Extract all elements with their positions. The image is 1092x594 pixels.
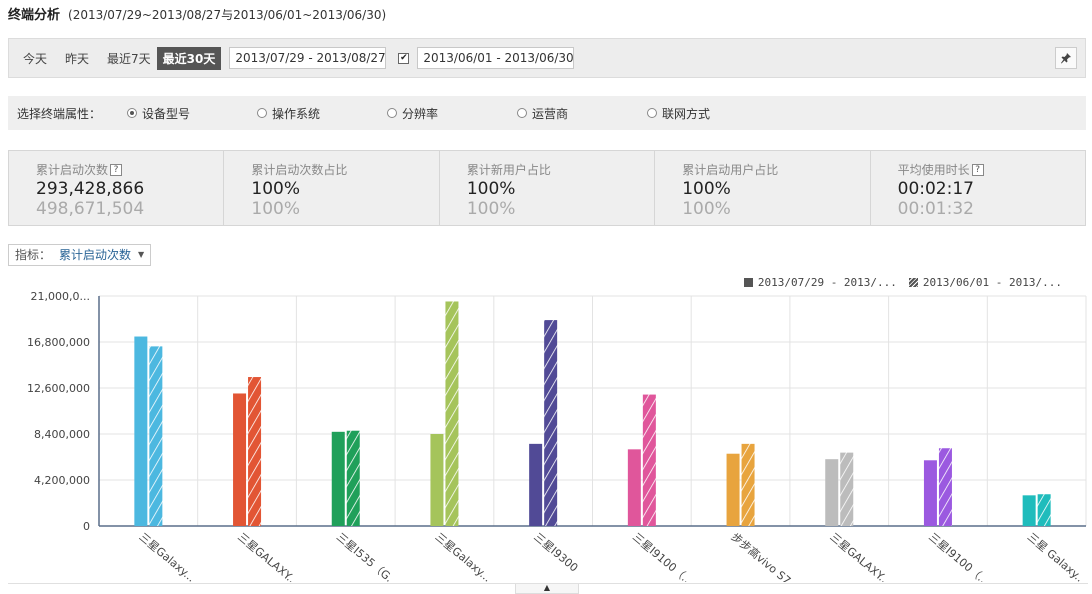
y-tick-label: 12,600,000 — [27, 382, 90, 395]
help-icon[interactable]: ? — [971, 163, 984, 176]
stat-previous-value: 498,671,504 — [36, 199, 145, 219]
x-category-label: 三星 Galaxy... — [1025, 530, 1089, 582]
bar-compare[interactable] — [938, 448, 952, 526]
stat-new-user-share: 累计新用户占比 100% 100% — [438, 151, 654, 225]
x-category-label: 三星Galaxy... — [433, 530, 494, 582]
x-category-label: 三星I9100（... — [926, 530, 992, 582]
pin-button[interactable] — [1055, 47, 1077, 69]
bar-current[interactable] — [134, 336, 148, 526]
stat-previous-value: 00:01:32 — [897, 199, 974, 219]
bar-current[interactable] — [923, 460, 937, 526]
stat-previous-value: 100% — [466, 199, 516, 219]
attr-option-device-model[interactable]: 设备型号 — [127, 105, 257, 122]
page-title: 终端分析 — [8, 8, 61, 23]
bar-current[interactable] — [726, 453, 740, 526]
stat-total-launches: 累计启动次数? 293,428,866 498,671,504 — [9, 151, 223, 225]
x-category-label: 步步高vivo S7... — [729, 530, 802, 582]
compare-date-range-input[interactable]: 2013/06/01 - 2013/06/30 — [417, 47, 575, 69]
stat-launch-share: 累计启动次数占比 100% 100% — [223, 151, 438, 225]
bar-compare[interactable] — [248, 377, 262, 526]
y-tick-label: 4,200,000 — [34, 474, 90, 487]
stat-current-value: 100% — [466, 179, 516, 199]
range-30days-button[interactable]: 最近30天 — [156, 46, 222, 70]
bar-compare[interactable] — [445, 301, 459, 526]
stat-current-value: 100% — [682, 179, 731, 199]
bar-compare[interactable] — [642, 394, 656, 526]
radio-icon[interactable] — [387, 108, 397, 118]
radio-icon[interactable] — [647, 108, 657, 118]
attr-option-label: 分辨率 — [402, 106, 439, 121]
attribute-label: 选择终端属性： — [17, 106, 102, 121]
x-category-label: 三星I9300 — [531, 530, 580, 574]
radio-icon[interactable] — [257, 108, 267, 118]
bar-compare[interactable] — [149, 346, 163, 526]
bar-current[interactable] — [233, 393, 247, 526]
bar-chart: 0 4,200,000 8,400,000 12,600,000 16,800,000 2… — [27, 290, 1089, 582]
y-tick-label: 16,800,000 — [27, 336, 90, 349]
metric-label: 指标： — [15, 248, 52, 262]
chevron-down-icon: ▼ — [138, 250, 145, 259]
metric-dropdown[interactable]: 指标： 累计启动次数 ▼ — [8, 244, 152, 266]
radio-selected-icon[interactable] — [127, 108, 137, 118]
stat-current-value: 100% — [251, 179, 301, 199]
page-subtitle: (2013/07/29~2013/08/27与2013/06/01~2013/0… — [68, 8, 387, 22]
attr-option-resolution[interactable]: 分辨率 — [387, 105, 517, 122]
bar-current[interactable] — [331, 431, 345, 526]
x-category-label: 三星GALAXY... — [235, 530, 300, 582]
attr-option-network[interactable]: 联网方式 — [647, 105, 777, 122]
x-category-label: 三星Galaxy... — [136, 530, 197, 582]
compare-checkbox[interactable]: ✔ — [398, 52, 410, 64]
attr-option-label: 操作系统 — [272, 106, 321, 121]
stat-previous-value: 100% — [682, 199, 731, 219]
stat-label: 累计启动次数? — [36, 161, 223, 178]
page-header: 终端分析 (2013/07/29~2013/08/27与2013/06/01~2… — [8, 4, 386, 24]
stat-label-text: 累计启动次数 — [36, 163, 109, 177]
pin-icon — [1061, 53, 1071, 64]
attr-option-label: 设备型号 — [142, 106, 191, 121]
radio-icon[interactable] — [517, 108, 527, 118]
stat-label: 累计新用户占比 — [466, 163, 551, 177]
date-toolbar: 今天 昨天 最近7天 最近30天 2013/07/29 - 2013/08/27… — [8, 38, 1086, 78]
stat-label: 累计启动次数占比 — [251, 163, 348, 177]
metric-selector: 指标： 累计启动次数 ▼ — [8, 244, 152, 266]
stat-current-value: 293,428,866 — [36, 179, 145, 199]
y-tick-label: 21,000,0... — [31, 290, 90, 303]
bar-current[interactable] — [1022, 495, 1036, 526]
bar-compare[interactable] — [1037, 494, 1051, 526]
bar-current[interactable] — [529, 443, 543, 526]
help-icon[interactable]: ? — [110, 163, 123, 176]
bar-current[interactable] — [430, 434, 444, 526]
attr-option-carrier[interactable]: 运营商 — [517, 105, 647, 122]
stat-previous-value: 100% — [251, 199, 301, 219]
attr-option-os[interactable]: 操作系统 — [257, 105, 387, 122]
stat-current-value: 00:02:17 — [897, 179, 974, 199]
bar-compare[interactable] — [346, 430, 360, 526]
x-category-label: 三星I9100（... — [630, 530, 696, 582]
bar-compare[interactable] — [840, 452, 854, 526]
stat-avg-duration: 平均使用时长? 00:02:17 00:01:32 — [869, 151, 1085, 225]
collapse-handle[interactable]: ▲ — [515, 584, 579, 594]
y-tick-label: 8,400,000 — [34, 428, 90, 441]
y-tick-label: 0 — [83, 520, 90, 533]
stat-label: 累计启动用户占比 — [682, 163, 779, 177]
terminal-attribute-selector: 选择终端属性： 设备型号 操作系统 分辨率 运营商 联网方式 — [8, 96, 1086, 130]
range-7days-button[interactable]: 最近7天 — [101, 47, 157, 70]
attr-option-label: 联网方式 — [662, 106, 711, 121]
bar-current[interactable] — [825, 459, 839, 526]
bar-current[interactable] — [627, 449, 641, 526]
attr-option-label: 运营商 — [532, 106, 569, 121]
x-category-label: 三星I535（G... — [334, 530, 401, 582]
stat-launch-user-share: 累计启动用户占比 100% 100% — [654, 151, 869, 225]
range-today-button[interactable]: 今天 — [17, 47, 53, 70]
stat-label: 平均使用时长? — [898, 161, 1085, 178]
date-range-input[interactable]: 2013/07/29 - 2013/08/27 — [229, 47, 387, 69]
bar-compare[interactable] — [544, 320, 558, 526]
metric-value: 累计启动次数 — [59, 248, 132, 262]
bar-compare[interactable] — [741, 443, 755, 526]
stats-panel: 累计启动次数? 293,428,866 498,671,504 累计启动次数占比… — [8, 150, 1086, 226]
x-category-label: 三星GALAXY... — [827, 530, 892, 582]
stat-label-text: 平均使用时长 — [897, 163, 970, 177]
range-yesterday-button[interactable]: 昨天 — [59, 47, 95, 70]
